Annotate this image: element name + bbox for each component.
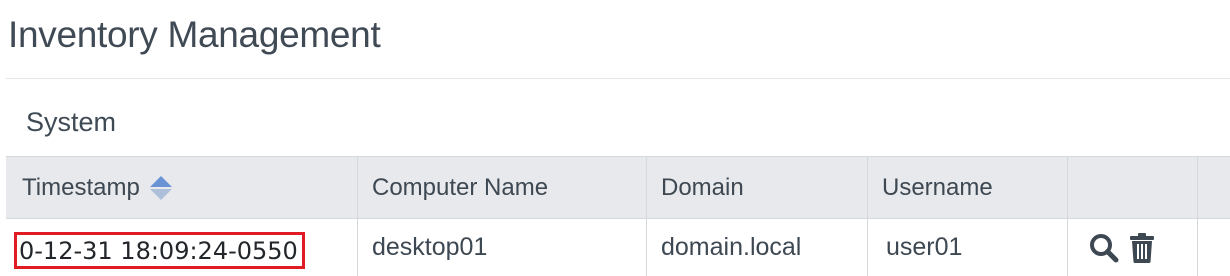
sort-descending-arrow (149, 188, 172, 200)
column-divider (646, 157, 647, 218)
trash-icon[interactable] (1128, 232, 1156, 264)
column-header-username[interactable]: Username (882, 157, 1062, 218)
column-divider (646, 219, 647, 276)
cell-domain: domain.local (661, 233, 802, 261)
page-title: Inventory Management (8, 14, 381, 55)
title-divider (6, 78, 1230, 79)
column-label-username: Username (882, 173, 993, 201)
column-header-actions (1068, 157, 1198, 218)
column-divider (867, 157, 868, 218)
data-grid: Timestamp Computer Name Domain Username … (6, 156, 1230, 276)
column-divider (1197, 219, 1198, 276)
column-divider (867, 219, 868, 276)
column-divider (1197, 157, 1198, 218)
sort-ascending-arrow (149, 175, 172, 187)
column-label-timestamp: Timestamp (22, 173, 140, 201)
column-divider (357, 157, 358, 218)
cell-computer-name: desktop01 (372, 233, 488, 261)
column-label-computer-name: Computer Name (372, 173, 549, 201)
table-header-row: Timestamp Computer Name Domain Username (6, 156, 1230, 219)
column-header-domain[interactable]: Domain (661, 157, 871, 218)
search-icon[interactable] (1088, 232, 1120, 264)
column-divider (357, 219, 358, 276)
column-divider (1067, 219, 1068, 276)
column-divider (1067, 157, 1068, 218)
cell-username: user01 (886, 233, 963, 261)
cell-actions (1068, 219, 1198, 276)
highlight-box (14, 232, 305, 269)
column-header-timestamp[interactable]: Timestamp (22, 157, 352, 218)
section-title: System (26, 107, 117, 137)
column-label-domain: Domain (661, 173, 744, 201)
sort-icon[interactable] (149, 175, 172, 201)
column-header-computer-name[interactable]: Computer Name (372, 157, 652, 218)
